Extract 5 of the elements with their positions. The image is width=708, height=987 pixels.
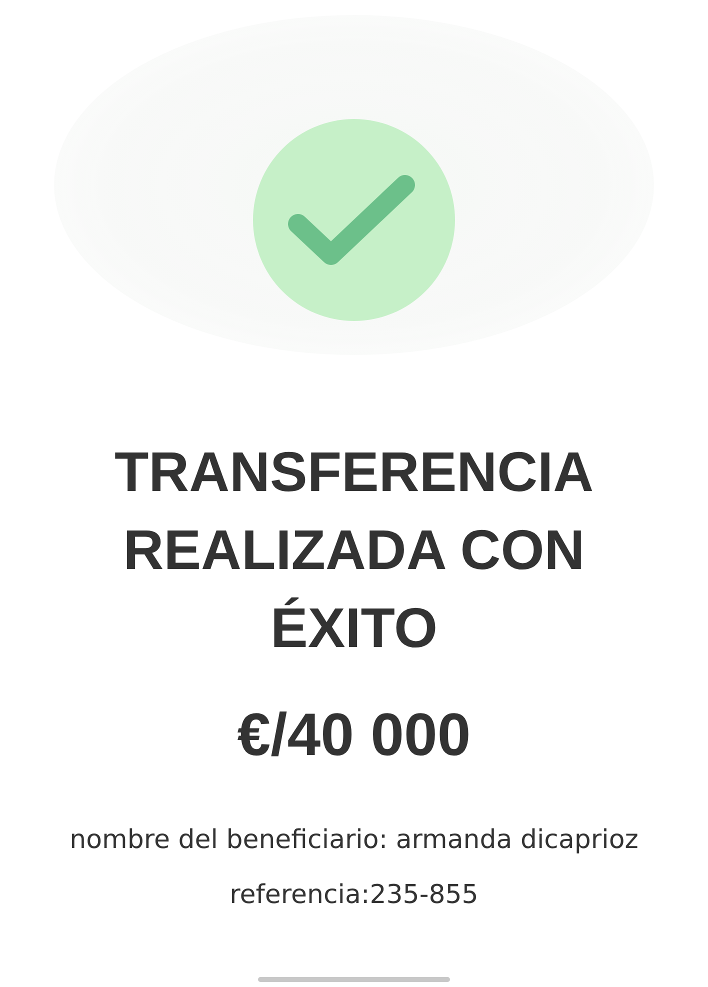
detail-text: referencia:235-855 xyxy=(230,879,478,912)
detail-text: nombre del beneficiario: armanda dicaprioz xyxy=(70,824,638,857)
amount-text: €/40 000 xyxy=(237,700,471,770)
check-circle-icon xyxy=(253,119,455,321)
success-title: TRANSFERENCIA REALIZADA CON ÉXITO xyxy=(113,439,595,661)
